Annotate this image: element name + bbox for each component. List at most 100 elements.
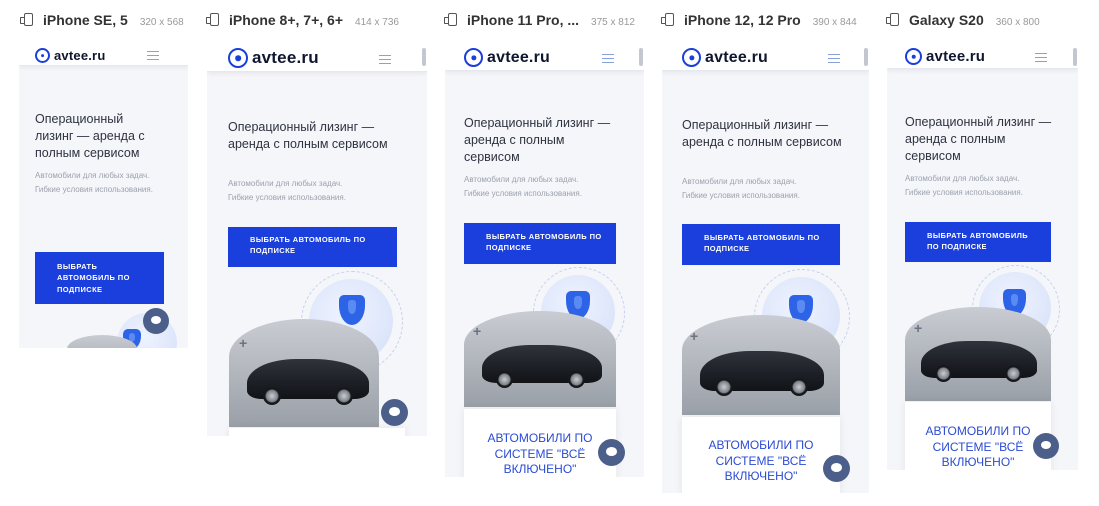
menu-icon[interactable]	[147, 51, 159, 60]
cta-button[interactable]: Выбрать автомобиль по подписке	[682, 224, 840, 265]
logo-icon	[228, 48, 248, 68]
device-name: Galaxy S20	[909, 12, 984, 28]
menu-icon[interactable]	[1035, 53, 1047, 62]
cta-button[interactable]: Выбрать автомобиль по подписке	[464, 223, 616, 264]
chat-icon[interactable]	[143, 308, 169, 334]
logo-text: avtee.ru	[54, 48, 106, 63]
device-size: 360 x 800	[995, 17, 1040, 28]
hero-subtitle: Автомобили для любых задач. Гибкие услов…	[464, 173, 624, 201]
device-screen[interactable]: avtee.ru Операционный лизинг — аренда с …	[19, 45, 188, 348]
plus-icon: +	[690, 328, 699, 344]
chat-icon[interactable]	[823, 455, 850, 482]
plus-icon: +	[473, 323, 482, 339]
cta-button[interactable]: Выбрать автомобиль по подписке	[35, 252, 164, 304]
car-illustration	[905, 307, 1051, 401]
site-navbar: avtee.ru	[662, 45, 869, 71]
hero-subtitle-line: Автомобили для любых задач.	[464, 175, 579, 184]
site-logo[interactable]: avtee.ru	[35, 48, 105, 63]
device-size: 320 x 568	[139, 17, 184, 28]
car-wheel	[715, 378, 733, 396]
site-logo[interactable]: avtee.ru	[905, 48, 985, 65]
device-size: 414 x 736	[355, 17, 399, 28]
logo-icon	[905, 48, 922, 65]
feature-card-text: Автомобили по системе "всё включено"	[925, 424, 1031, 470]
device-header: iPhone 11 Pro, ... 375 x 812	[444, 12, 635, 28]
device-icon	[661, 13, 674, 26]
site-navbar: avtee.ru	[445, 45, 644, 71]
hero-subtitle-line: Гибкие условия использования.	[228, 193, 346, 202]
device-icon	[444, 13, 457, 26]
hero-subtitle-line: Автомобили для любых задач.	[228, 179, 343, 188]
device-header: iPhone 8+, 7+, 6+ 414 x 736	[206, 12, 399, 28]
device-screen[interactable]: avtee.ru Операционный лизинг — аренда с …	[662, 45, 869, 493]
site-navbar: avtee.ru	[207, 45, 427, 72]
hero-headline: Операционный лизинг — аренда с полным се…	[905, 115, 1052, 163]
feature-card: Автомобили по системе "всё включено"	[682, 417, 840, 493]
car-illustration	[682, 315, 840, 415]
chat-icon[interactable]	[1033, 433, 1059, 459]
feature-card: Автомобили по системе "всё включено"	[905, 402, 1051, 470]
car-wheel	[568, 371, 585, 388]
site-logo[interactable]: avtee.ru	[464, 48, 550, 67]
device-header: iPhone SE, 5 320 x 568	[20, 12, 184, 28]
cta-button[interactable]: Выбрать автомобиль по подписке	[905, 222, 1051, 262]
plus-icon: +	[239, 335, 248, 351]
hero-subtitle: Автомобили для любых задач. Гибкие услов…	[228, 177, 398, 205]
logo-text: avtee.ru	[252, 48, 319, 67]
scrollbar[interactable]	[639, 48, 643, 66]
site-navbar: avtee.ru	[19, 45, 188, 66]
hero-subtitle-line: Автомобили для любых задач.	[682, 177, 797, 186]
hero-subtitle-line: Автомобили для любых задач.	[35, 171, 150, 180]
feature-card: Автомобили по системе "всё включено"	[464, 409, 616, 477]
menu-icon[interactable]	[828, 54, 840, 63]
car-wheel	[1005, 365, 1022, 382]
logo-text: avtee.ru	[705, 48, 768, 66]
device-name: iPhone SE, 5	[43, 12, 128, 28]
car-wheel	[335, 387, 353, 405]
hero-subtitle-line: Гибкие условия использования.	[464, 189, 582, 198]
scrollbar[interactable]	[422, 48, 426, 66]
device-icon	[886, 13, 899, 26]
hero-subtitle-line: Автомобили для любых задач.	[905, 174, 1020, 183]
scrollbar[interactable]	[1073, 48, 1077, 66]
chat-icon[interactable]	[381, 399, 408, 426]
logo-icon	[682, 48, 701, 67]
device-name: iPhone 11 Pro, ...	[467, 12, 580, 28]
device-name: iPhone 8+, 7+, 6+	[229, 12, 344, 28]
hero-headline: Операционный лизинг — аренда с полным се…	[682, 118, 842, 149]
site-logo[interactable]: avtee.ru	[682, 48, 768, 67]
logo-text: avtee.ru	[487, 48, 550, 66]
chat-icon[interactable]	[598, 439, 625, 466]
hero-headline: Операционный лизинг — аренда с полным се…	[228, 120, 388, 151]
car-wheel	[496, 371, 513, 388]
feature-card	[229, 428, 405, 436]
feature-card-text: Автомобили по системе "всё включено"	[708, 438, 814, 484]
device-header: Galaxy S20 360 x 800	[886, 12, 1040, 28]
car-wheel	[935, 365, 952, 382]
site-navbar: avtee.ru	[887, 45, 1078, 69]
logo-icon	[35, 48, 50, 63]
hero-headline: Операционный лизинг — аренда с полным се…	[35, 112, 145, 160]
feature-card-text: Автомобили по системе "всё включено"	[487, 431, 593, 477]
cta-button[interactable]: Выбрать автомобиль по подписке	[228, 227, 397, 267]
hero-subtitle: Автомобили для любых задач. Гибкие услов…	[905, 172, 1070, 200]
hero-headline: Операционный лизинг — аренда с полным се…	[464, 116, 611, 164]
device-screen[interactable]: avtee.ru Операционный лизинг — аренда с …	[207, 45, 427, 436]
car-wheel	[263, 387, 281, 405]
logo-icon	[464, 48, 483, 67]
device-icon	[206, 13, 219, 26]
plus-icon: +	[914, 320, 923, 336]
hero-subtitle: Автомобили для любых задач. Гибкие услов…	[682, 175, 852, 203]
device-screen[interactable]: avtee.ru Операционный лизинг — аренда с …	[887, 45, 1078, 470]
hero-subtitle-line: Гибкие условия использования.	[905, 188, 1023, 197]
site-logo[interactable]: avtee.ru	[228, 48, 319, 68]
car-wheel	[790, 378, 808, 396]
menu-icon[interactable]	[602, 54, 614, 63]
device-header: iPhone 12, 12 Pro 390 x 844	[661, 12, 857, 28]
scrollbar[interactable]	[864, 48, 868, 66]
device-screen[interactable]: avtee.ru Операционный лизинг — аренда с …	[445, 45, 644, 477]
device-size: 375 x 812	[591, 17, 635, 28]
logo-text: avtee.ru	[926, 48, 986, 65]
menu-icon[interactable]	[379, 55, 391, 64]
hero-subtitle: Автомобили для любых задач. Гибкие услов…	[35, 169, 155, 197]
